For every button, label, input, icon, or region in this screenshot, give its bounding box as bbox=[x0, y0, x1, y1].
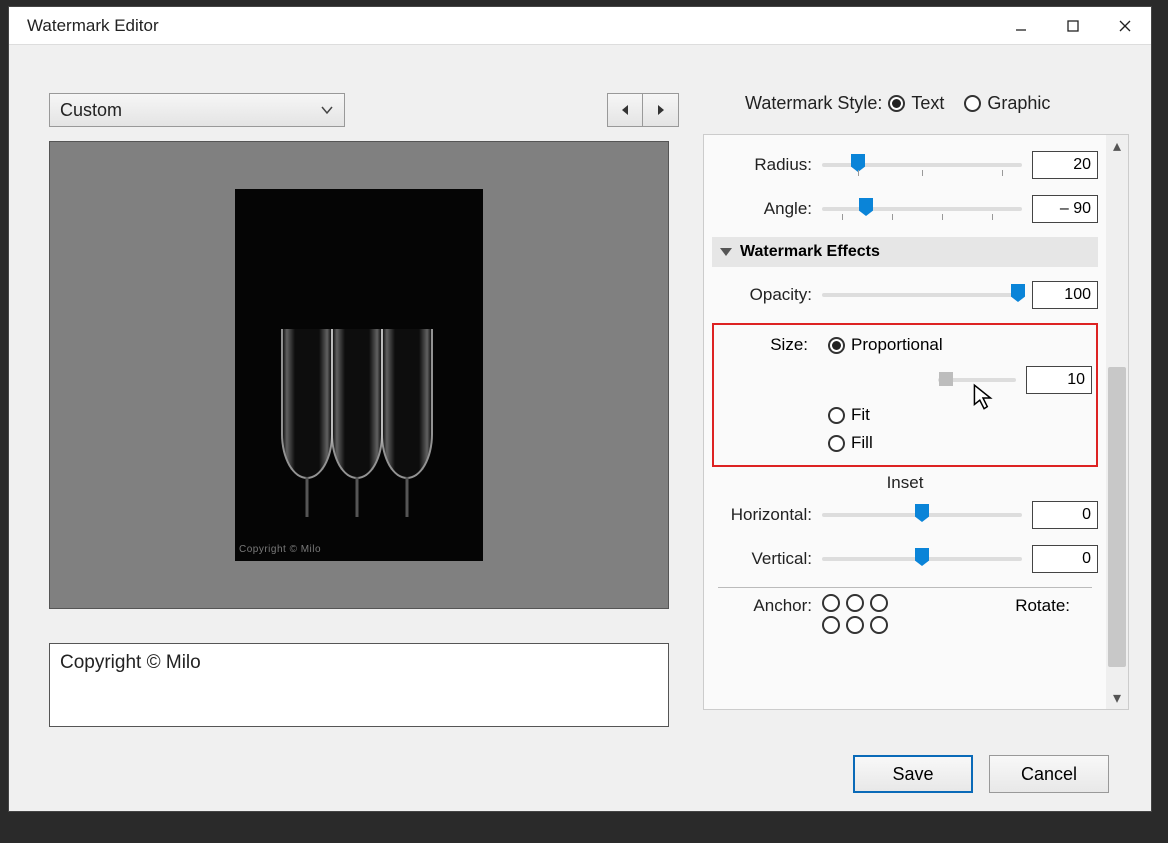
disclosure-triangle-icon bbox=[720, 248, 732, 256]
style-text-radio[interactable] bbox=[888, 95, 905, 112]
inset-vertical-input[interactable] bbox=[1032, 545, 1098, 573]
anchor-grid[interactable] bbox=[822, 594, 890, 634]
inset-header: Inset bbox=[712, 473, 1098, 493]
anchor-dot[interactable] bbox=[846, 616, 864, 634]
style-graphic-radio[interactable] bbox=[964, 95, 981, 112]
preview-watermark-text: Copyright © Milo bbox=[239, 544, 321, 555]
dialog-buttons: Save Cancel bbox=[853, 755, 1109, 793]
size-input[interactable] bbox=[1026, 366, 1092, 394]
inset-vertical-label: Vertical: bbox=[712, 549, 812, 569]
inset-vertical-slider[interactable] bbox=[822, 547, 1022, 571]
angle-label: Angle: bbox=[712, 199, 812, 219]
size-fill-radio[interactable] bbox=[828, 435, 845, 452]
size-slider[interactable] bbox=[938, 368, 1016, 392]
anchor-dot[interactable] bbox=[846, 594, 864, 612]
size-fit-radio[interactable] bbox=[828, 407, 845, 424]
watermark-editor-dialog: Watermark Editor Custom bbox=[8, 6, 1152, 812]
inset-horizontal-input[interactable] bbox=[1032, 501, 1098, 529]
preset-selected: Custom bbox=[60, 100, 122, 121]
size-section-highlight: Size: Proportional bbox=[712, 323, 1098, 467]
right-column: Watermark Style: Text Graphic ▴ ▾ Radius… bbox=[703, 93, 1133, 710]
anchor-dot[interactable] bbox=[822, 594, 840, 612]
scrollbar[interactable]: ▴ ▾ bbox=[1106, 135, 1128, 709]
size-label: Size: bbox=[718, 335, 808, 355]
style-graphic-label: Graphic bbox=[987, 93, 1050, 114]
size-fit-label: Fit bbox=[851, 405, 870, 425]
minimize-button[interactable] bbox=[995, 7, 1047, 45]
window-title: Watermark Editor bbox=[27, 16, 159, 36]
opacity-slider[interactable] bbox=[822, 283, 1022, 307]
next-image-button[interactable] bbox=[643, 93, 679, 127]
preview-photo: Copyright © Milo bbox=[235, 189, 483, 561]
anchor-dot[interactable] bbox=[870, 616, 888, 634]
watermark-style-label: Watermark Style: bbox=[745, 93, 882, 114]
close-button[interactable] bbox=[1099, 7, 1151, 45]
radius-slider[interactable] bbox=[822, 153, 1022, 177]
scroll-down-icon[interactable]: ▾ bbox=[1106, 687, 1128, 709]
size-fill-label: Fill bbox=[851, 433, 873, 453]
opacity-input[interactable] bbox=[1032, 281, 1098, 309]
dialog-content: Custom Copyright © Milo bbox=[9, 45, 1151, 811]
scroll-up-icon[interactable]: ▴ bbox=[1106, 135, 1128, 157]
preview-area: Copyright © Milo bbox=[49, 141, 669, 609]
anchor-label: Anchor: bbox=[712, 594, 812, 616]
inset-horizontal-label: Horizontal: bbox=[712, 505, 812, 525]
watermark-style-row: Watermark Style: Text Graphic bbox=[703, 93, 1133, 114]
titlebar: Watermark Editor bbox=[9, 7, 1151, 45]
left-column: Custom Copyright © Milo bbox=[49, 93, 679, 732]
rotate-label: Rotate: bbox=[1015, 594, 1098, 616]
radius-input[interactable] bbox=[1032, 151, 1098, 179]
anchor-dot[interactable] bbox=[822, 616, 840, 634]
maximize-button[interactable] bbox=[1047, 7, 1099, 45]
preset-dropdown[interactable]: Custom bbox=[49, 93, 345, 127]
save-button[interactable]: Save bbox=[853, 755, 973, 793]
window-controls bbox=[995, 7, 1151, 45]
settings-panel: ▴ ▾ Radius: bbox=[703, 134, 1129, 710]
anchor-dot[interactable] bbox=[870, 594, 888, 612]
angle-slider[interactable] bbox=[822, 197, 1022, 221]
opacity-label: Opacity: bbox=[712, 285, 812, 305]
prev-image-button[interactable] bbox=[607, 93, 643, 127]
watermark-text-input[interactable] bbox=[49, 643, 669, 727]
chevron-down-icon bbox=[320, 103, 334, 117]
angle-input[interactable] bbox=[1032, 195, 1098, 223]
style-text-label: Text bbox=[911, 93, 944, 114]
cancel-button[interactable]: Cancel bbox=[989, 755, 1109, 793]
scroll-thumb[interactable] bbox=[1108, 367, 1126, 667]
radius-label: Radius: bbox=[712, 155, 812, 175]
size-proportional-label: Proportional bbox=[851, 335, 943, 355]
watermark-effects-header[interactable]: Watermark Effects bbox=[712, 237, 1098, 267]
size-proportional-radio[interactable] bbox=[828, 337, 845, 354]
inset-horizontal-slider[interactable] bbox=[822, 503, 1022, 527]
